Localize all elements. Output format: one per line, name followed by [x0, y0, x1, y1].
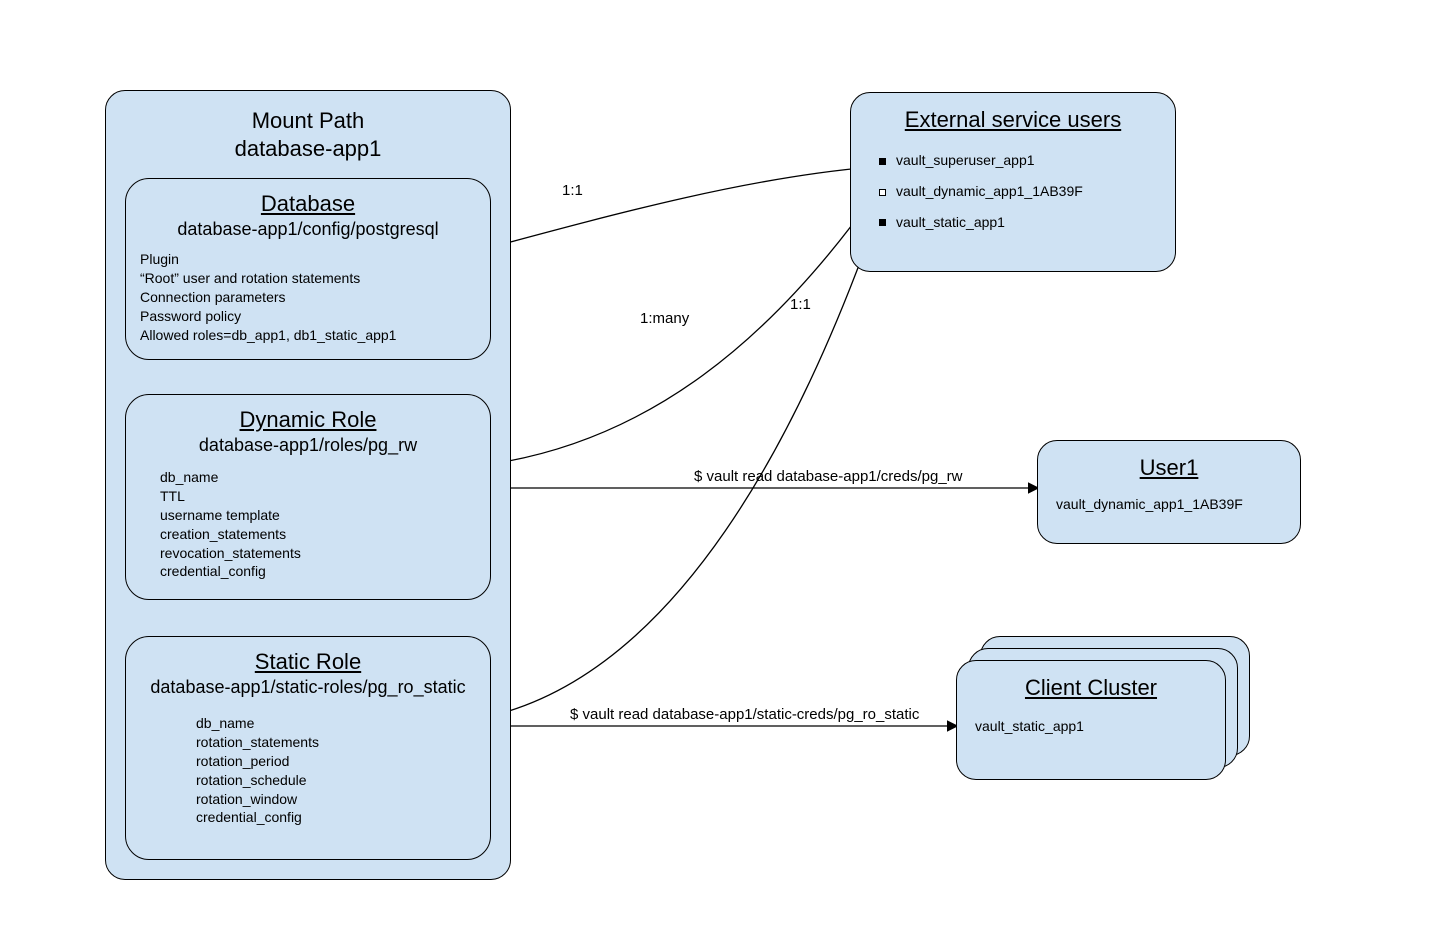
- mount-path-title-line1: Mount Path: [106, 107, 510, 135]
- static-role-prop: rotation_window: [196, 790, 476, 809]
- static-role-prop: rotation_period: [196, 752, 476, 771]
- user1-title: User1: [1038, 455, 1300, 481]
- service-user-item: vault_static_app1: [879, 207, 1165, 238]
- dynamic-role-prop: db_name: [160, 468, 476, 487]
- dynamic-role-prop: username template: [160, 506, 476, 525]
- diagram-canvas: Mount Path database-app1 Database databa…: [0, 0, 1450, 928]
- client-cluster-box: Client Cluster vault_static_app1: [956, 660, 1226, 780]
- client-cluster-title: Client Cluster: [957, 675, 1225, 701]
- database-prop: Plugin: [140, 250, 476, 269]
- cmd-static-read: $ vault read database-app1/static-creds/…: [570, 706, 919, 723]
- database-props: Plugin “Root” user and rotation statemen…: [126, 240, 490, 344]
- user1-box: User1 vault_dynamic_app1_1AB39F: [1037, 440, 1301, 544]
- database-path: database-app1/config/postgresql: [126, 219, 490, 240]
- database-prop: “Root” user and rotation statements: [140, 269, 476, 288]
- bullet-icon: [879, 158, 886, 165]
- edge-label-1-many: 1:many: [640, 310, 689, 327]
- edge-label-1-1-b: 1:1: [790, 296, 811, 313]
- bullet-icon: [879, 219, 886, 226]
- dynamic-role-box: Dynamic Role database-app1/roles/pg_rw d…: [125, 394, 491, 600]
- service-user-name: vault_superuser_app1: [896, 152, 1035, 168]
- user1-value: vault_dynamic_app1_1AB39F: [1038, 481, 1300, 514]
- mount-path-title: Mount Path database-app1: [106, 91, 510, 162]
- database-prop: Connection parameters: [140, 288, 476, 307]
- static-role-props: db_name rotation_statements rotation_per…: [126, 698, 490, 827]
- external-service-users-title: External service users: [851, 107, 1175, 133]
- mount-path-title-line2: database-app1: [106, 135, 510, 163]
- service-user-item: vault_superuser_app1: [879, 145, 1165, 176]
- service-user-name: vault_static_app1: [896, 214, 1005, 230]
- static-role-prop: rotation_schedule: [196, 771, 476, 790]
- database-title: Database: [126, 191, 490, 217]
- bullet-hollow-icon: [879, 189, 886, 196]
- edge-label-1-1: 1:1: [562, 182, 583, 199]
- static-role-prop: db_name: [196, 714, 476, 733]
- external-service-users-box: External service users vault_superuser_a…: [850, 92, 1176, 272]
- dynamic-role-prop: credential_config: [160, 562, 476, 581]
- static-role-box: Static Role database-app1/static-roles/p…: [125, 636, 491, 860]
- client-cluster-stack: Client Cluster vault_static_app1: [956, 636, 1252, 784]
- static-role-prop: rotation_statements: [196, 733, 476, 752]
- dynamic-role-path: database-app1/roles/pg_rw: [126, 435, 490, 456]
- dynamic-role-title: Dynamic Role: [126, 407, 490, 433]
- static-role-title: Static Role: [126, 649, 490, 675]
- database-prop: Allowed roles=db_app1, db1_static_app1: [140, 326, 476, 345]
- client-cluster-value: vault_static_app1: [957, 701, 1225, 736]
- service-user-item: vault_dynamic_app1_1AB39F: [879, 176, 1165, 207]
- external-service-users-list: vault_superuser_app1 vault_dynamic_app1_…: [851, 133, 1175, 237]
- dynamic-role-prop: TTL: [160, 487, 476, 506]
- dynamic-role-props: db_name TTL username template creation_s…: [126, 456, 490, 581]
- database-box: Database database-app1/config/postgresql…: [125, 178, 491, 360]
- database-prop: Password policy: [140, 307, 476, 326]
- dynamic-role-prop: creation_statements: [160, 525, 476, 544]
- cmd-dynamic-read: $ vault read database-app1/creds/pg_rw: [694, 468, 963, 485]
- static-role-prop: credential_config: [196, 808, 476, 827]
- static-role-path: database-app1/static-roles/pg_ro_static: [126, 677, 490, 698]
- dynamic-role-prop: revocation_statements: [160, 544, 476, 563]
- service-user-name: vault_dynamic_app1_1AB39F: [896, 183, 1083, 199]
